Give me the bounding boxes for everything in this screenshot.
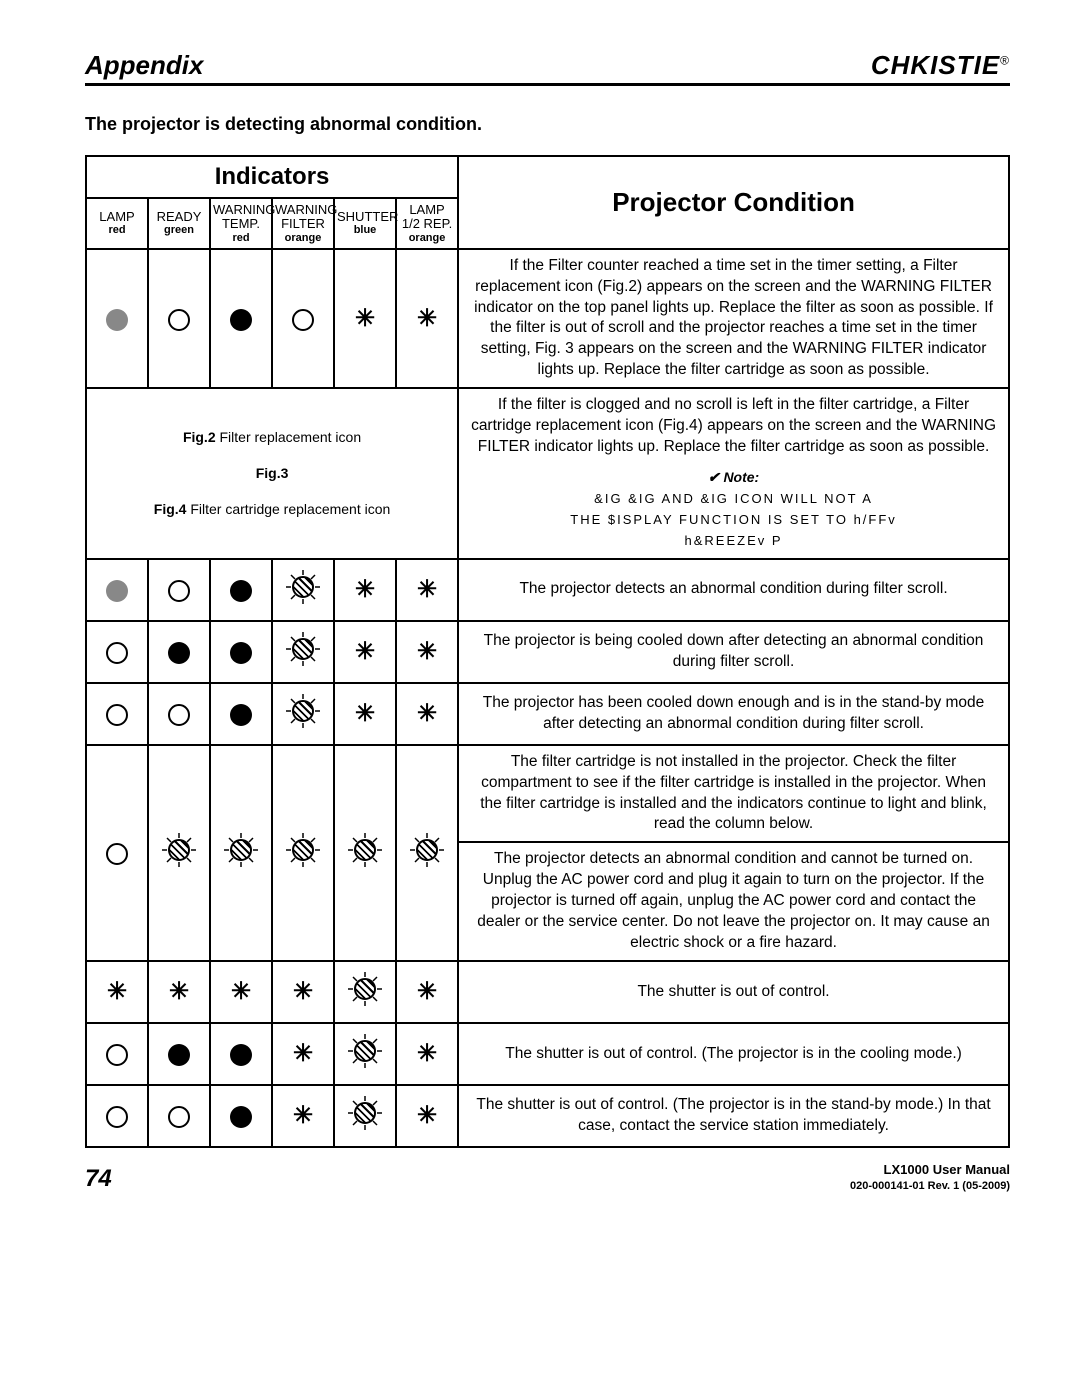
ready-icon — [148, 683, 210, 745]
warn-filter-icon — [272, 683, 334, 745]
shutter-icon: ✳ — [334, 249, 396, 389]
condition-text-b: If the filter is clogged and no scroll i… — [458, 388, 1009, 558]
lamp-icon — [86, 559, 148, 621]
condition-text: The shutter is out of control. (The proj… — [458, 1023, 1009, 1085]
warn-filter-icon — [272, 249, 334, 389]
warn-filter-icon — [272, 559, 334, 621]
lamp-rep-icon: ✳ — [396, 1085, 458, 1147]
shutter-icon: ✳ — [334, 621, 396, 683]
warn-temp-icon — [210, 683, 272, 745]
condition-text: If the Filter counter reached a time set… — [458, 249, 1009, 389]
warn-temp-icon: ✳ — [210, 961, 272, 1023]
brand-logo: CHKISTIE® — [871, 50, 1010, 81]
lamp-rep-icon: ✳ — [396, 621, 458, 683]
col-shutter: SHUTTERblue — [334, 198, 396, 249]
lamp-icon — [86, 683, 148, 745]
indicator-table: Indicators Projector Condition LAMPred R… — [85, 155, 1010, 1148]
condition-text: The projector has been cooled down enoug… — [458, 683, 1009, 745]
ready-icon — [148, 559, 210, 621]
warn-temp-icon — [210, 1085, 272, 1147]
col-lamp-rep: LAMP 1/2 REP.orange — [396, 198, 458, 249]
page-number: 74 — [85, 1165, 112, 1193]
projector-condition-header: Projector Condition — [458, 156, 1009, 249]
warn-filter-icon — [272, 621, 334, 683]
shutter-icon — [334, 745, 396, 961]
lamp-icon — [86, 249, 148, 389]
shutter-icon: ✳ — [334, 683, 396, 745]
shutter-icon — [334, 1085, 396, 1147]
ready-icon — [148, 1085, 210, 1147]
col-ready: READYgreen — [148, 198, 210, 249]
ready-icon — [148, 249, 210, 389]
warn-temp-icon — [210, 621, 272, 683]
condition-text: The projector detects an abnormal condit… — [458, 842, 1009, 961]
condition-text: The filter cartridge is not installed in… — [458, 745, 1009, 843]
lamp-icon — [86, 621, 148, 683]
shutter-icon — [334, 961, 396, 1023]
lamp-rep-icon: ✳ — [396, 559, 458, 621]
col-warn-temp: WARNING TEMP.red — [210, 198, 272, 249]
lamp-icon — [86, 1085, 148, 1147]
subtitle: The projector is detecting abnormal cond… — [85, 114, 1010, 135]
warn-filter-icon: ✳ — [272, 1085, 334, 1147]
ready-icon: ✳ — [148, 961, 210, 1023]
ready-icon — [148, 745, 210, 961]
lamp-rep-icon: ✳ — [396, 961, 458, 1023]
condition-text: The shutter is out of control. — [458, 961, 1009, 1023]
lamp-icon — [86, 1023, 148, 1085]
condition-text: The projector is being cooled down after… — [458, 621, 1009, 683]
col-lamp: LAMPred — [86, 198, 148, 249]
lamp-rep-icon — [396, 745, 458, 961]
lamp-icon — [86, 745, 148, 961]
condition-text: The shutter is out of control. (The proj… — [458, 1085, 1009, 1147]
warn-temp-icon — [210, 1023, 272, 1085]
lamp-rep-icon: ✳ — [396, 683, 458, 745]
appendix-heading: Appendix — [85, 50, 203, 81]
shutter-icon: ✳ — [334, 559, 396, 621]
doc-info: LX1000 User Manual 020-000141-01 Rev. 1 … — [850, 1162, 1010, 1193]
warn-temp-icon — [210, 745, 272, 961]
warn-filter-icon — [272, 745, 334, 961]
indicators-header: Indicators — [86, 156, 458, 198]
condition-text: The projector detects an abnormal condit… — [458, 559, 1009, 621]
lamp-rep-icon: ✳ — [396, 1023, 458, 1085]
col-warn-filter: WARNING FILTERorange — [272, 198, 334, 249]
ready-icon — [148, 1023, 210, 1085]
shutter-icon — [334, 1023, 396, 1085]
warn-filter-icon: ✳ — [272, 1023, 334, 1085]
lamp-icon: ✳ — [86, 961, 148, 1023]
figure-refs: Fig.2 Filter replacement icon Fig.3 Fig.… — [86, 388, 458, 558]
ready-icon — [148, 621, 210, 683]
warn-temp-icon — [210, 249, 272, 389]
warn-filter-icon: ✳ — [272, 961, 334, 1023]
warn-temp-icon — [210, 559, 272, 621]
lamp-rep-icon: ✳ — [396, 249, 458, 389]
